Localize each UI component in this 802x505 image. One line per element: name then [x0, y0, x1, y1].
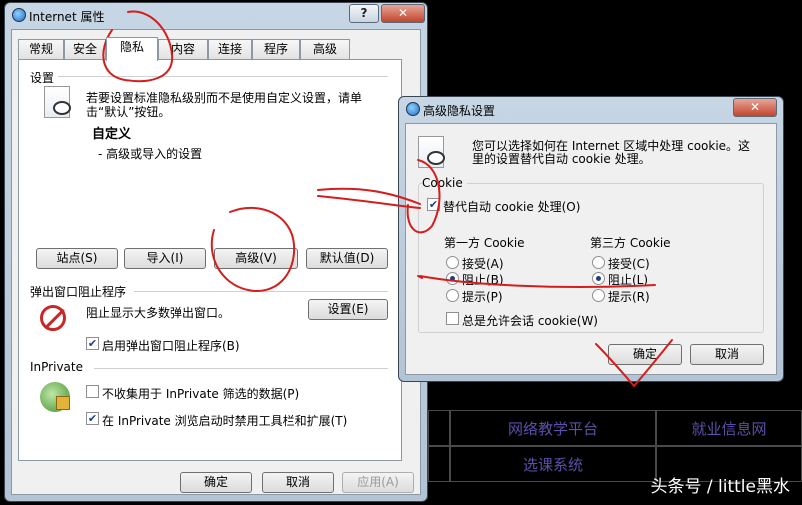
- bg-link-employment[interactable]: 就业信息网: [656, 410, 802, 446]
- tab-programs[interactable]: 程序: [252, 39, 300, 59]
- popup-group-label: 弹出窗口阻止程序: [30, 283, 131, 300]
- inprivate-filter-label: 不收集用于 InPrivate 筛选的数据(P): [102, 387, 300, 401]
- settings-description-line2: 击“默认”按钮。: [86, 105, 171, 119]
- first-party-accept-label: 接受(A): [462, 257, 504, 271]
- first-party-header: 第一方 Cookie: [444, 236, 525, 250]
- ok-button[interactable]: 确定: [180, 472, 252, 493]
- dialog-doc-icon: [418, 136, 445, 168]
- inprivate-toolbar-checkbox[interactable]: ✔: [86, 412, 99, 425]
- inprivate-icon: [40, 382, 70, 412]
- bg-cell-edge: [428, 410, 450, 446]
- tab-advanced[interactable]: 高级: [300, 39, 350, 59]
- settings-separator: [58, 76, 388, 77]
- popup-enable-label: 启用弹出窗口阻止程序(B): [102, 339, 240, 353]
- tab-connections[interactable]: 连接: [208, 39, 252, 59]
- dialog-intro-line2: 里的设置替代自动 cookie 处理。: [472, 152, 651, 166]
- popup-separator: [134, 291, 388, 292]
- sites-button[interactable]: 站点(S): [36, 248, 118, 269]
- third-party-accept-label: 接受(C): [608, 257, 650, 271]
- third-party-prompt-radio[interactable]: [592, 289, 605, 302]
- popup-block-icon: [40, 305, 66, 331]
- privacy-level: 自定义: [92, 127, 132, 142]
- override-checkbox[interactable]: ✔: [427, 198, 440, 211]
- close-button[interactable]: ✕: [381, 4, 425, 23]
- privacy-level-description: - 高级或导入的设置: [98, 147, 203, 161]
- popup-description: 阻止显示大多数弹出窗口。: [86, 306, 231, 320]
- first-party-prompt-label: 提示(P): [462, 290, 503, 304]
- first-party-block-radio[interactable]: [446, 272, 459, 285]
- help-button[interactable]: ?: [349, 4, 379, 23]
- first-party-block-label: 阻止(B): [462, 273, 504, 287]
- advanced-button[interactable]: 高级(V): [214, 248, 298, 269]
- third-party-prompt-label: 提示(R): [608, 290, 650, 304]
- dialog-cancel-button[interactable]: 取消: [690, 344, 764, 365]
- cookie-group-label: Cookie: [422, 176, 467, 190]
- import-button[interactable]: 导入(I): [124, 248, 206, 269]
- popup-enable-checkbox[interactable]: ✔: [86, 337, 99, 350]
- third-party-block-radio[interactable]: [592, 272, 605, 285]
- first-party-prompt-radio[interactable]: [446, 289, 459, 302]
- popup-settings-button[interactable]: 设置(E): [308, 299, 388, 320]
- inprivate-separator: [94, 368, 388, 369]
- tab-security[interactable]: 安全: [64, 39, 106, 59]
- default-button[interactable]: 默认值(D): [306, 248, 388, 269]
- bg-link-course-selection[interactable]: 选课系统: [450, 446, 656, 482]
- inprivate-filter-checkbox[interactable]: [86, 385, 99, 398]
- session-cookie-label: 总是允许会话 cookie(W): [462, 314, 598, 328]
- ie-globe-icon: [12, 8, 26, 22]
- settings-group-label: 设置: [30, 69, 59, 86]
- tab-privacy[interactable]: 隐私: [106, 37, 158, 61]
- apply-button[interactable]: 应用(A): [342, 472, 414, 493]
- tab-content[interactable]: 内容: [158, 39, 208, 59]
- dialog-ok-button[interactable]: 确定: [608, 344, 682, 365]
- ie-globe-icon-2: [406, 102, 420, 116]
- session-cookie-checkbox[interactable]: [446, 312, 459, 325]
- dialog-close-button[interactable]: ✕: [733, 98, 777, 117]
- bg-cell-edge-2: [428, 446, 450, 482]
- inprivate-group-label: InPrivate: [30, 360, 87, 374]
- third-party-accept-radio[interactable]: [592, 256, 605, 269]
- override-label: 替代自动 cookie 处理(O): [443, 200, 581, 214]
- inprivate-toolbar-label: 在 InPrivate 浏览启动时禁用工具栏和扩展(T): [102, 414, 348, 428]
- bg-link-teaching-platform[interactable]: 网络教学平台: [450, 410, 656, 446]
- tab-general[interactable]: 常规: [18, 39, 64, 59]
- third-party-block-label: 阻止(L): [608, 273, 649, 287]
- watermark: 头条号 / little黑水: [650, 477, 791, 497]
- third-party-header: 第三方 Cookie: [590, 236, 671, 250]
- window-title: Internet 属性: [29, 10, 105, 24]
- dialog-title: 高级隐私设置: [423, 104, 496, 118]
- cancel-button[interactable]: 取消: [262, 472, 334, 493]
- privacy-doc-icon: [44, 86, 71, 118]
- first-party-accept-radio[interactable]: [446, 256, 459, 269]
